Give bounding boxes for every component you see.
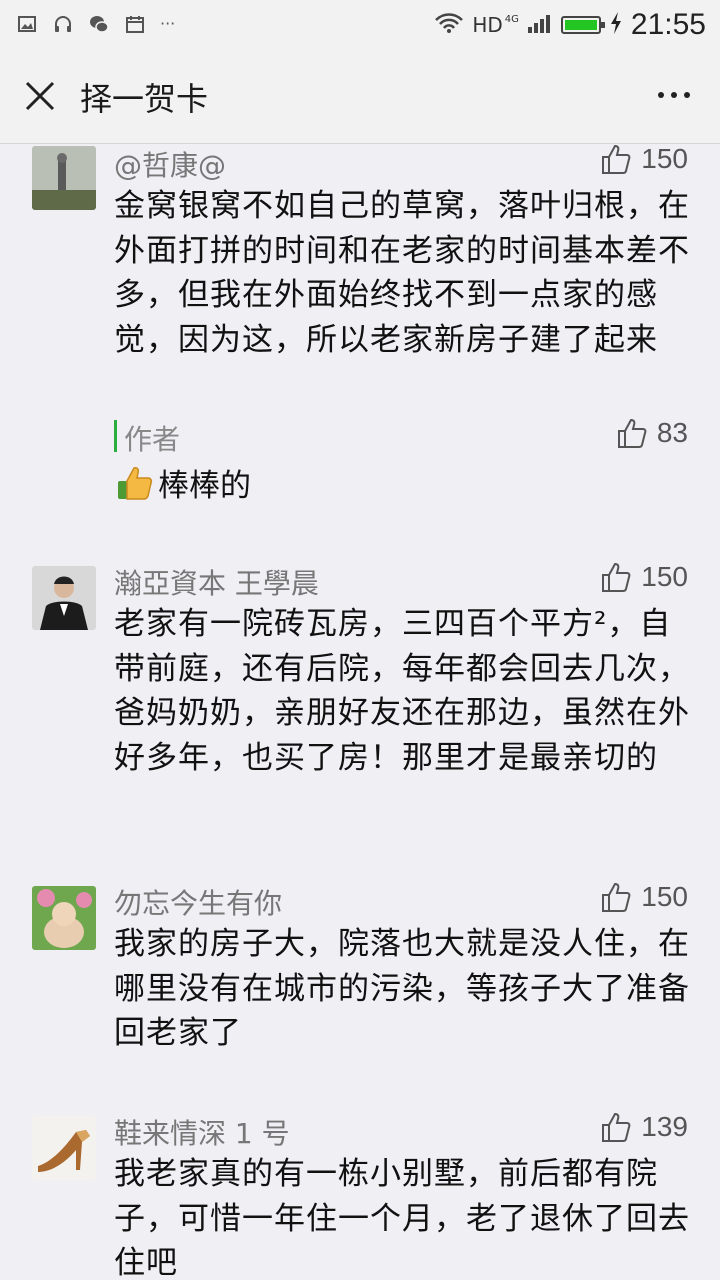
network-type: HD (472, 13, 503, 37)
commenter-name[interactable]: 鞋来情深 1 号 (114, 1112, 290, 1152)
author-reply: 棒棒的 (114, 460, 251, 505)
more-menu-button[interactable] (652, 80, 696, 110)
signal-icon (527, 12, 553, 38)
like-count: 150 (641, 561, 688, 592)
comment-text: 我家的房子大，院落也大就是没人住，在哪里没有在城市的污染，等孩子大了准备回老家了 (114, 926, 690, 1051)
thumbs-up-icon (602, 1112, 631, 1142)
thumbs-up-icon (617, 418, 647, 448)
close-button[interactable] (22, 78, 58, 114)
like-button[interactable]: 139 (599, 1110, 688, 1144)
more-notifications-icon: ··· (160, 14, 176, 33)
battery-icon (560, 16, 605, 34)
like-count: 150 (641, 144, 688, 174)
page-title: 择一贺卡 (80, 80, 209, 118)
commenter-name[interactable]: @哲康@ (114, 144, 226, 184)
clock: 21:55 (630, 8, 706, 41)
avatar[interactable] (32, 566, 96, 630)
like-button[interactable]: 150 (599, 560, 688, 594)
close-icon (25, 81, 55, 111)
thumbs-up-icon (602, 882, 631, 912)
avatar[interactable] (32, 886, 96, 950)
notification-icons: ··· (16, 13, 175, 35)
comment-text: 我老家真的有一栋小别墅，前后都有院子，可惜一年住一个月，老了退休了回去住吧 (114, 1156, 690, 1280)
calendar-icon (124, 13, 146, 35)
battery-level (564, 20, 597, 30)
network-gen: 4G (504, 13, 519, 25)
dot-icon (658, 92, 664, 98)
dot-icon (684, 92, 690, 98)
headset-icon (52, 13, 74, 35)
like-count: 150 (641, 881, 688, 912)
dot-icon (671, 92, 677, 98)
status-bar: ··· HD 4G 21:55 (0, 0, 720, 50)
like-count: 139 (641, 1111, 688, 1142)
system-status: HD 4G 21:55 (434, 8, 706, 42)
comment-list: @哲康@ 150 金窝银窝不如自己的草窝，落叶归根，在外面打拼的时间和在老家的时… (0, 144, 720, 1280)
avatar[interactable] (32, 1116, 96, 1180)
thumbs-up-icon (602, 144, 631, 174)
wifi-icon (434, 12, 464, 38)
wechat-icon (88, 13, 110, 35)
avatar[interactable] (32, 146, 96, 210)
like-button[interactable]: 150 (599, 880, 688, 914)
reply-like-button[interactable]: 83 (615, 416, 688, 450)
thumbs-up-emoji-icon (118, 466, 153, 500)
commenter-name[interactable]: 瀚亞資本 王學晨 (114, 562, 319, 602)
nav-bar: 择一贺卡 (0, 50, 720, 144)
comment-text: 金窝银窝不如自己的草窝，落叶归根，在外面打拼的时间和在老家的时间基本差不多，但我… (114, 188, 690, 358)
commenter-name[interactable]: 勿忘今生有你 (114, 882, 282, 922)
like-button[interactable]: 150 (599, 144, 688, 176)
charging-icon (609, 11, 623, 39)
author-reply-marker (114, 420, 117, 452)
thumbs-up-icon (602, 562, 631, 592)
gallery-icon (16, 13, 38, 35)
reply-text: 棒棒的 (158, 468, 251, 504)
comment-text: 老家有一院砖瓦房，三四百个平方²，自带前庭，还有后院，每年都会回去几次，爸妈奶奶… (114, 606, 690, 776)
author-label: 作者 (124, 423, 181, 456)
like-count: 83 (656, 417, 688, 448)
